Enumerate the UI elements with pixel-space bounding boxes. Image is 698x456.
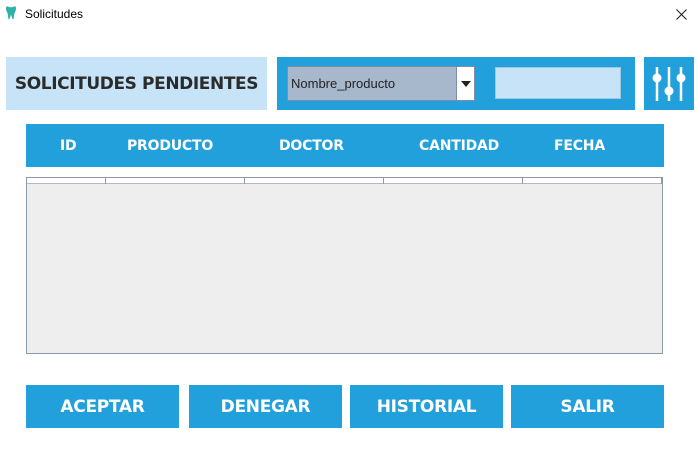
history-button[interactable]: HISTORIAL: [350, 385, 503, 428]
field-select[interactable]: Nombre_producto: [287, 66, 475, 101]
close-button[interactable]: [664, 0, 698, 28]
filter-button[interactable]: [644, 57, 694, 110]
exit-button[interactable]: SALIR: [511, 385, 664, 428]
table-header-strip: [27, 178, 662, 184]
requests-table[interactable]: [26, 177, 663, 354]
search-input[interactable]: [495, 67, 621, 99]
close-icon: [675, 8, 687, 20]
window-title: Solicitudes: [25, 7, 84, 21]
deny-button[interactable]: DENEGAR: [189, 385, 342, 428]
field-select-value: Nombre_producto: [291, 76, 396, 91]
column-divider[interactable]: [105, 178, 106, 184]
sliders-icon: [652, 66, 686, 101]
column-divider[interactable]: [383, 178, 384, 184]
column-id: ID: [60, 138, 77, 154]
page-title: SOLICITUDES PENDIENTES: [14, 73, 259, 94]
column-cantidad: CANTIDAD: [419, 138, 500, 154]
column-divider[interactable]: [244, 178, 245, 184]
accept-button[interactable]: ACEPTAR: [26, 385, 179, 428]
column-fecha: FECHA: [554, 138, 605, 154]
column-producto: PRODUCTO: [127, 138, 214, 154]
column-divider[interactable]: [522, 178, 523, 184]
filter-panel: Nombre_producto: [277, 57, 635, 110]
column-divider[interactable]: [661, 178, 662, 184]
table-column-header: ID PRODUCTO DOCTOR CANTIDAD FECHA: [26, 124, 664, 167]
column-doctor: DOCTOR: [279, 138, 344, 154]
tooth-icon: [5, 6, 17, 20]
window-titlebar: Solicitudes: [0, 0, 698, 28]
header-panel: SOLICITUDES PENDIENTES: [6, 57, 267, 110]
chevron-down-icon[interactable]: [456, 67, 474, 100]
